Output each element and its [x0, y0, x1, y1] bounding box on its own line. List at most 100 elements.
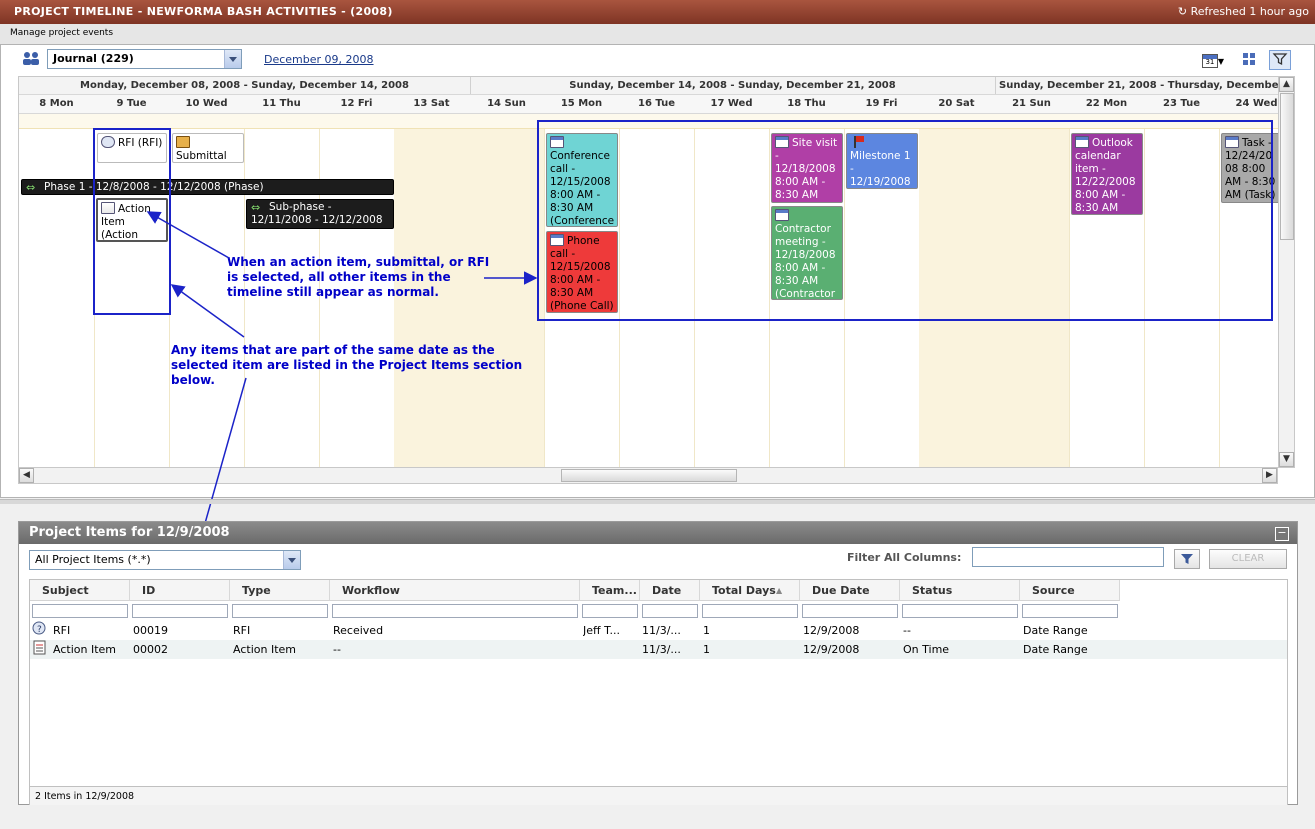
journal-select-value: Journal (229) — [53, 52, 134, 65]
date-link[interactable]: December 09, 2008 — [264, 53, 374, 66]
submittal-event-label: Submittal (Submittal) — [176, 150, 227, 162]
chevron-down-icon: ▼ — [1217, 57, 1225, 66]
day-header[interactable]: 10 Wed — [169, 95, 244, 113]
cell-status: On Time — [903, 643, 950, 656]
column-header[interactable]: Subject — [30, 580, 130, 601]
title-bar: PROJECT TIMELINE - NEWFORMA BASH ACTIVIT… — [0, 0, 1315, 24]
day-header[interactable]: 23 Tue — [1144, 95, 1219, 113]
horizontal-scroll-thumb[interactable] — [561, 469, 737, 482]
scroll-right-icon[interactable]: ▶ — [1262, 468, 1277, 483]
project-items-filter-select[interactable]: All Project Items (*.*) — [29, 550, 301, 570]
scroll-up-icon[interactable]: ▲ — [1279, 77, 1294, 92]
refresh-text: Refreshed 1 hour ago — [1190, 5, 1309, 18]
submittal-event[interactable]: Submittal (Submittal) — [172, 133, 244, 163]
refresh-status[interactable]: ↻ Refreshed 1 hour ago — [1178, 5, 1309, 18]
scroll-left-icon[interactable]: ◀ — [19, 468, 34, 483]
column-header[interactable]: Total Days ▲ — [700, 580, 800, 601]
phase-1-bar[interactable]: ⇔ Phase 1 - 12/8/2008 - 12/12/2008 (Phase… — [21, 179, 394, 195]
cell-source: Date Range — [1023, 643, 1088, 656]
clear-button[interactable]: CLEAR — [1209, 549, 1287, 569]
column-filter-input[interactable] — [332, 604, 578, 618]
week-header-row: Monday, December 08, 2008 - Sunday, Dece… — [19, 77, 1279, 95]
day-header[interactable]: 15 Mon — [544, 95, 619, 113]
filter-all-columns-input[interactable] — [972, 547, 1164, 567]
column-filter-input[interactable] — [702, 604, 798, 618]
day-header[interactable]: 22 Mon — [1069, 95, 1144, 113]
chevron-down-icon[interactable] — [283, 551, 300, 569]
panel-splitter[interactable] — [0, 499, 1315, 504]
filter-icon[interactable] — [1269, 50, 1291, 70]
cell-team: Jeff T... — [583, 624, 620, 637]
column-header[interactable]: Due Date — [800, 580, 900, 601]
cell-id: 00019 — [133, 624, 168, 637]
people-icon[interactable] — [20, 49, 42, 69]
column-header[interactable]: Source — [1020, 580, 1120, 601]
cell-type: Action Item — [233, 643, 296, 656]
column-header[interactable]: Team... — [580, 580, 640, 601]
cell-total-days: 1 — [703, 624, 710, 637]
day-header[interactable]: 16 Tue — [619, 95, 694, 113]
collapse-icon[interactable]: − — [1275, 527, 1289, 541]
column-filter-input[interactable] — [802, 604, 898, 618]
submittal-icon — [176, 136, 190, 148]
day-header[interactable]: 21 Sun — [994, 95, 1069, 113]
day-column[interactable] — [19, 114, 95, 467]
day-header[interactable]: 8 Mon — [19, 95, 94, 113]
journal-select[interactable]: Journal (229) — [47, 49, 242, 69]
sort-ascending-icon[interactable]: ▲ — [776, 580, 782, 601]
day-header[interactable]: 24 Wed — [1219, 95, 1279, 113]
cell-workflow: -- — [333, 643, 341, 656]
column-header[interactable]: Date — [640, 580, 700, 601]
filter-button[interactable] — [1174, 549, 1200, 569]
column-filter-input[interactable] — [232, 604, 328, 618]
project-items-title: Project Items for 12/9/2008 — [29, 525, 230, 540]
column-filter-input[interactable] — [132, 604, 228, 618]
column-header[interactable]: Workflow — [330, 580, 580, 601]
grid-view-icon[interactable] — [1238, 50, 1260, 70]
column-filter-input[interactable] — [32, 604, 128, 618]
table-row[interactable]: ? RFI 00019 RFI Received Jeff T... 11/3/… — [30, 621, 1287, 640]
refresh-icon: ↻ — [1177, 5, 1191, 18]
vertical-scrollbar[interactable]: ▲ ▼ — [1278, 76, 1295, 468]
column-header[interactable]: Status — [900, 580, 1020, 601]
day-header[interactable]: 12 Fri — [319, 95, 394, 113]
scroll-down-icon[interactable]: ▼ — [1279, 452, 1294, 467]
filter-icon — [1181, 554, 1193, 564]
day-header[interactable]: 9 Tue — [94, 95, 169, 113]
page-title: PROJECT TIMELINE - NEWFORMA BASH ACTIVIT… — [14, 5, 393, 18]
day-header[interactable]: 11 Thu — [244, 95, 319, 113]
column-filter-input[interactable] — [902, 604, 1018, 618]
week-header: Sunday, December 21, 2008 - Thursday, De… — [995, 77, 1279, 94]
horizontal-scrollbar[interactable]: ◀ ▶ — [18, 467, 1278, 484]
cell-subject: Action Item — [53, 643, 116, 656]
vertical-scroll-thumb[interactable] — [1280, 93, 1294, 240]
day-header[interactable]: 20 Sat — [919, 95, 994, 113]
project-items-panel: Project Items for 12/9/2008 − All Projec… — [18, 521, 1298, 805]
day-header[interactable]: 14 Sun — [469, 95, 544, 113]
manage-project-events-link[interactable]: Manage project events — [10, 28, 113, 38]
project-items-filter-value: All Project Items (*.*) — [35, 553, 151, 566]
column-header[interactable]: ID — [130, 580, 230, 601]
column-filter-input[interactable] — [582, 604, 638, 618]
column-filter-input[interactable] — [1022, 604, 1118, 618]
day-header[interactable]: 19 Fri — [844, 95, 919, 113]
annotation-same-date-items: Any items that are part of the same date… — [171, 343, 523, 387]
day-header-row: 8 Mon 9 Tue 10 Wed 11 Thu 12 Fri 13 Sat 14 Sun… — [19, 95, 1279, 114]
calendar-day-number: 31 — [1201, 53, 1218, 68]
column-filter-input[interactable] — [642, 604, 698, 618]
day-header[interactable]: 18 Thu — [769, 95, 844, 113]
day-header[interactable]: 17 Wed — [694, 95, 769, 113]
chevron-down-icon[interactable] — [224, 50, 241, 68]
rfi-icon: ? — [32, 621, 48, 640]
day-header[interactable]: 13 Sat — [394, 95, 469, 113]
sub-phase-bar[interactable]: ⇔Sub-phase - 12/11/2008 - 12/12/2008 (Ph… — [246, 199, 394, 229]
cell-workflow: Received — [333, 624, 384, 637]
week-header: Sunday, December 14, 2008 - Sunday, Dece… — [470, 77, 996, 94]
cell-due-date: 12/9/2008 — [803, 624, 860, 637]
column-header[interactable]: Type — [230, 580, 330, 601]
project-items-header: Project Items for 12/9/2008 − — [19, 522, 1297, 544]
cell-source: Date Range — [1023, 624, 1088, 637]
table-row[interactable]: Action Item 00002 Action Item -- 11/3/..… — [30, 640, 1287, 659]
other-items-highlight-box — [537, 120, 1273, 321]
calendar-view-icon[interactable]: 31 ▼ — [1198, 50, 1228, 70]
